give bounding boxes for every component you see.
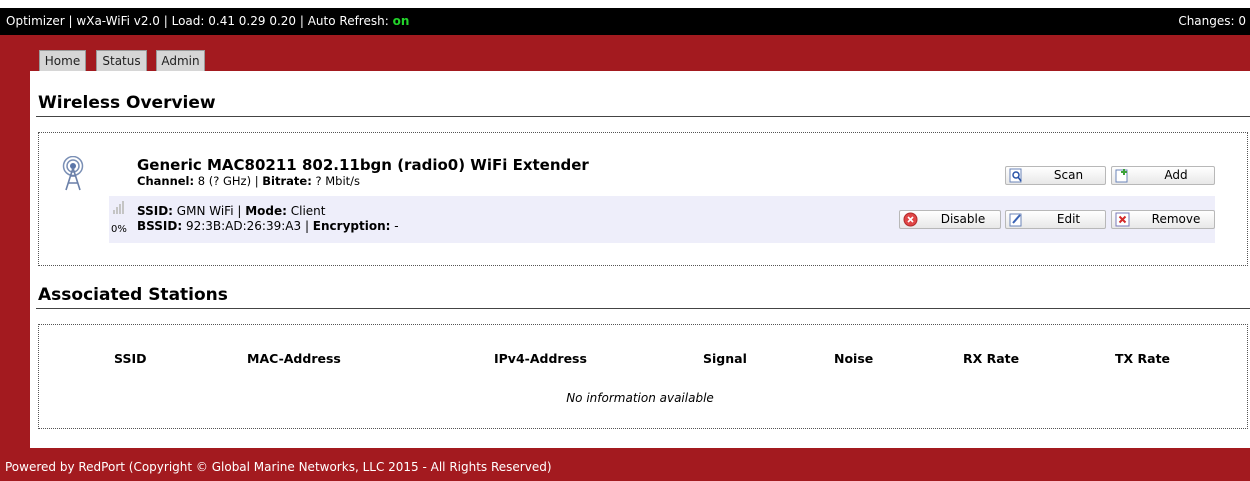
scan-button[interactable]: Scan — [1005, 166, 1106, 185]
channel-value: 8 (? GHz) | — [194, 174, 263, 188]
scan-icon — [1009, 168, 1022, 183]
column-header-ipv4: IPv4-Address — [494, 351, 587, 366]
tab-status[interactable]: Status — [96, 50, 147, 71]
wireless-overview-title: Wireless Overview — [38, 93, 216, 113]
edit-icon — [1009, 213, 1022, 227]
main-content: Wireless Overview Generic MAC80211 802.1… — [30, 71, 1250, 448]
status-bar: Optimizer | wXa-WiFi v2.0 | Load: 0.41 0… — [0, 8, 1250, 35]
add-icon — [1115, 169, 1128, 183]
ssid-value: GMN WiFi | — [172, 204, 246, 218]
column-header-ssid: SSID — [114, 351, 147, 366]
bitrate-label: Bitrate: — [262, 174, 312, 188]
channel-label: Channel: — [137, 174, 195, 188]
associated-stations-title: Associated Stations — [38, 285, 228, 305]
column-header-signal: Signal — [703, 351, 747, 366]
disable-button[interactable]: Disable — [899, 210, 1001, 229]
remove-icon — [1115, 212, 1130, 227]
status-text: Optimizer | wXa-WiFi v2.0 | Load: 0.41 0… — [6, 14, 393, 28]
network-ssid-line: SSID: GMN WiFi | Mode: Client — [137, 204, 326, 218]
encryption-value: - — [390, 219, 399, 233]
disable-label: Disable — [940, 212, 986, 226]
column-header-tx-rate: TX Rate — [1115, 351, 1171, 366]
auto-refresh-toggle[interactable]: on — [393, 14, 410, 28]
bssid-value: 92:3B:AD:26:39:A3 | — [182, 219, 313, 233]
changes-counter[interactable]: Changes: 0 — [1178, 8, 1246, 35]
mode-value: Client — [286, 204, 326, 218]
encryption-label: Encryption: — [312, 219, 391, 233]
section-divider — [36, 116, 1250, 117]
tab-admin[interactable]: Admin — [156, 50, 205, 71]
footer-copyright: Powered by RedPort (Copyright © Global M… — [5, 460, 552, 474]
mode-label: Mode: — [245, 204, 287, 218]
add-label: Add — [1164, 168, 1188, 182]
scan-label: Scan — [1053, 168, 1084, 182]
add-button[interactable]: Add — [1111, 166, 1215, 185]
disable-icon — [903, 212, 918, 227]
signal-strength-icon — [113, 201, 124, 214]
signal-percent: 0% — [111, 224, 127, 235]
radio-info: Channel: 8 (? GHz) | Bitrate: ? Mbit/s — [137, 174, 360, 188]
wireless-radio-icon — [62, 156, 84, 191]
network-bssid-line: BSSID: 92:3B:AD:26:39:A3 | Encryption: - — [137, 219, 399, 233]
edit-button[interactable]: Edit — [1005, 210, 1106, 229]
remove-button[interactable]: Remove — [1111, 210, 1215, 229]
ssid-label: SSID: — [137, 204, 173, 218]
column-header-rx-rate: RX Rate — [963, 351, 1020, 366]
radio-name: Generic MAC80211 802.11bgn (radio0) WiFi… — [137, 156, 589, 174]
bssid-label: BSSID: — [137, 219, 183, 233]
empty-table-message: No information available — [566, 391, 714, 405]
section-divider — [36, 308, 1250, 309]
edit-label: Edit — [1056, 212, 1081, 226]
column-header-mac: MAC-Address — [247, 351, 341, 366]
tab-home[interactable]: Home — [39, 50, 86, 71]
bitrate-value: ? Mbit/s — [311, 174, 361, 188]
column-header-noise: Noise — [834, 351, 874, 366]
stations-table-box — [38, 324, 1248, 429]
remove-label: Remove — [1151, 212, 1201, 226]
